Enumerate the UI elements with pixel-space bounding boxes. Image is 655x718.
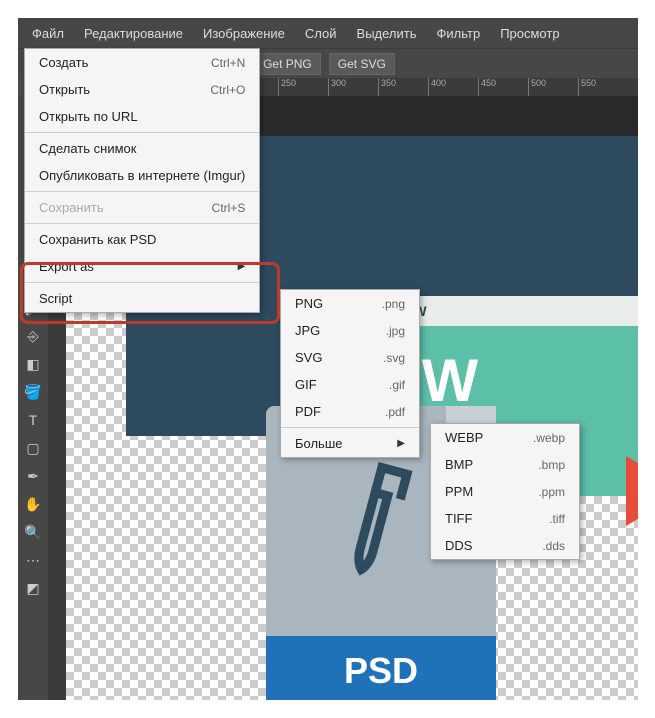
export-submenu: PNG.pngJPG.jpgSVG.svgGIF.gifPDF.pdf Больш…	[280, 289, 420, 458]
ruler-tick: 250	[278, 78, 296, 96]
tool-hand[interactable]: ✋	[21, 492, 45, 516]
artwork-cursor-arrow	[626, 456, 638, 526]
menubar: Файл Редактирование Изображение Слой Выд…	[18, 18, 638, 48]
menu-item-сохранить: СохранитьCtrl+S	[25, 194, 259, 221]
export-item-jpg[interactable]: JPG.jpg	[281, 317, 419, 344]
more-item-webp[interactable]: WEBP.webp	[431, 424, 579, 451]
export-item-pdf[interactable]: PDF.pdf	[281, 398, 419, 425]
file-dropdown: СоздатьCtrl+NОткрытьCtrl+OОткрыть по URL…	[24, 48, 260, 313]
menu-item-script[interactable]: Script	[25, 285, 259, 312]
menu-item-открыть-по-url[interactable]: Открыть по URL	[25, 103, 259, 130]
tool-more[interactable]: ⋯	[21, 548, 45, 572]
menu-item-сделать-снимок[interactable]: Сделать снимок	[25, 135, 259, 162]
more-item-bmp[interactable]: BMP.bmp	[431, 451, 579, 478]
more-item-tiff[interactable]: TIFF.tiff	[431, 505, 579, 532]
more-item-ppm[interactable]: PPM.ppm	[431, 478, 579, 505]
more-item-dds[interactable]: DDS.dds	[431, 532, 579, 559]
menu-file[interactable]: Файл	[22, 20, 74, 47]
menu-layer[interactable]: Слой	[295, 20, 347, 47]
tool-zoom[interactable]: 🔍	[21, 520, 45, 544]
menu-item-создать[interactable]: СоздатьCtrl+N	[25, 49, 259, 76]
tool-eraser[interactable]: ◧	[21, 352, 45, 376]
menu-item-сохранить-как-psd[interactable]: Сохранить как PSD	[25, 226, 259, 253]
export-item-gif[interactable]: GIF.gif	[281, 371, 419, 398]
menu-item-опубликовать-в-интернете-imgur-[interactable]: Опубликовать в интернете (Imgur)	[25, 162, 259, 189]
ruler-tick: 350	[378, 78, 396, 96]
tool-swatch[interactable]: ◩	[21, 576, 45, 600]
ruler-tick: 450	[478, 78, 496, 96]
ruler-tick: 400	[428, 78, 446, 96]
tool-shape[interactable]: ▢	[21, 436, 45, 460]
menu-view[interactable]: Просмотр	[490, 20, 569, 47]
get-png-button[interactable]: Get PNG	[254, 53, 321, 75]
ruler-tick: 550	[578, 78, 596, 96]
menu-filter[interactable]: Фильтр	[427, 20, 491, 47]
menu-image[interactable]: Изображение	[193, 20, 295, 47]
tool-fill[interactable]: 🪣	[21, 380, 45, 404]
get-svg-button[interactable]: Get SVG	[329, 53, 395, 75]
export-item-больше[interactable]: Больше▶	[281, 430, 419, 457]
psd-label: PSD	[266, 636, 496, 700]
export-item-svg[interactable]: SVG.svg	[281, 344, 419, 371]
ruler-tick: 500	[528, 78, 546, 96]
export-item-png[interactable]: PNG.png	[281, 290, 419, 317]
ruler-tick: 300	[328, 78, 346, 96]
menu-edit[interactable]: Редактирование	[74, 20, 193, 47]
tool-pen[interactable]: ✒	[21, 464, 45, 488]
tool-stamp[interactable]: ⎆	[21, 324, 45, 348]
tool-type[interactable]: T	[21, 408, 45, 432]
menu-select[interactable]: Выделить	[347, 20, 427, 47]
more-submenu: WEBP.webpBMP.bmpPPM.ppmTIFF.tiffDDS.dds	[430, 423, 580, 560]
menu-item-открыть[interactable]: ОткрытьCtrl+O	[25, 76, 259, 103]
menu-item-export-as[interactable]: Export as▶	[25, 253, 259, 280]
